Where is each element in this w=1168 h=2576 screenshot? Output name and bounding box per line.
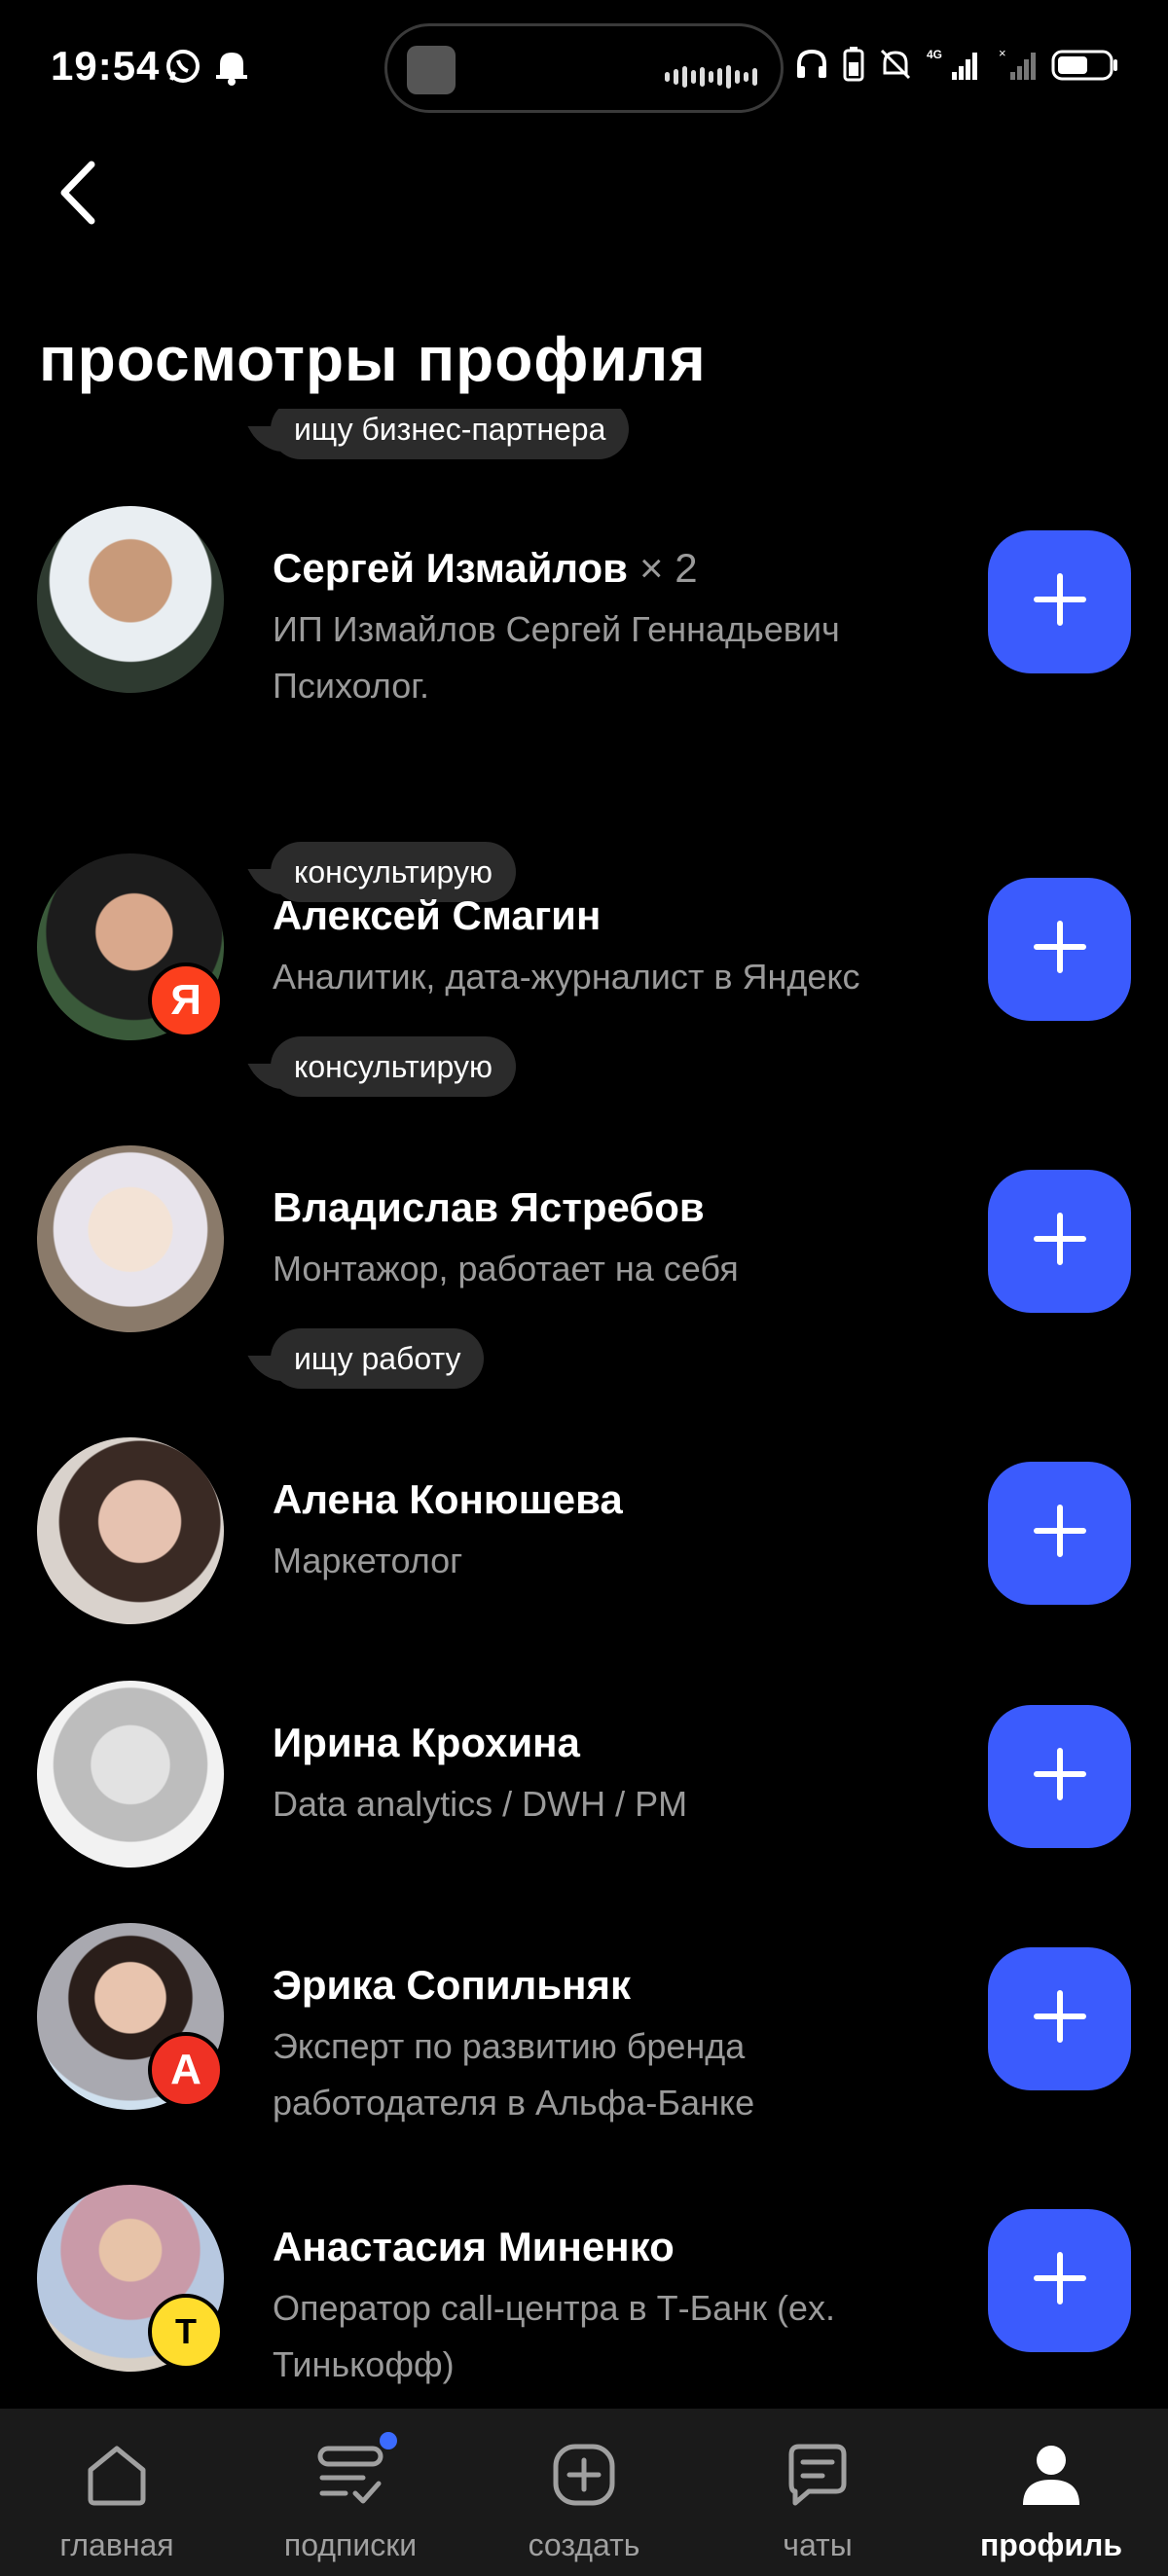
viewer-description: ИП Измайлов Сергей Геннадьевич Психолог.: [273, 609, 840, 706]
tab-label: создать: [528, 2527, 640, 2562]
viewer-name[interactable]: Алена Конюшева: [273, 1476, 623, 1523]
signal-no-sim-icon: ×: [999, 46, 1038, 87]
chevron-left-icon: [56, 161, 99, 230]
status-left-icons: [164, 47, 249, 91]
tab-subscriptions[interactable]: подписки: [234, 2409, 467, 2576]
audio-wave-icon: [665, 65, 757, 89]
tab-label: подписки: [283, 2527, 418, 2562]
viewer-description: Аналитик, дата-журналист в Яндекс: [273, 957, 860, 997]
plus-icon: [1033, 2251, 1087, 2310]
bell-icon: [214, 47, 249, 91]
whatsapp-icon: [164, 47, 202, 91]
svg-text:4G: 4G: [927, 48, 942, 61]
status-tag: ищу работу: [271, 1328, 485, 1389]
add-button[interactable]: [988, 530, 1131, 673]
muted-bell-icon: [878, 47, 913, 87]
avatar[interactable]: [37, 506, 224, 693]
viewers-list[interactable]: ищу бизнес-партнера Сергей Измайлов × 2 И…: [0, 409, 1168, 2409]
status-time: 19:54: [51, 43, 161, 89]
viewer-name[interactable]: Эрика Сопильняк: [273, 1962, 631, 2009]
tab-profile[interactable]: профиль: [934, 2409, 1168, 2576]
add-button[interactable]: [988, 878, 1131, 1021]
tab-label: чаты: [783, 2527, 853, 2562]
viewer-name[interactable]: Анастасия Миненко: [273, 2224, 675, 2270]
home-icon: [78, 2436, 156, 2514]
svg-text:×: ×: [999, 47, 1006, 60]
viewer-description: Data analytics / DWH / PM: [273, 1784, 688, 1824]
tab-label: главная: [59, 2527, 174, 2562]
avatar[interactable]: [37, 1145, 224, 1332]
plus-icon: [1033, 572, 1087, 632]
viewer-description: Оператор call-центра в Т-Банк (ex. Тиньк…: [273, 2288, 835, 2384]
add-button[interactable]: [988, 1705, 1131, 1848]
signal-4g-icon: 4G: [927, 47, 985, 87]
alfa-badge-icon: А: [148, 2032, 224, 2108]
view-count: × 2: [639, 545, 698, 591]
status-right-icons: 4G ×: [794, 46, 1119, 87]
page-title: просмотры профиля: [39, 324, 707, 394]
avatar[interactable]: [37, 1437, 224, 1624]
add-button[interactable]: [988, 1170, 1131, 1313]
tab-create[interactable]: создать: [467, 2409, 701, 2576]
battery-saver-icon: [843, 47, 864, 87]
plus-icon: [1033, 1504, 1087, 1563]
plus-icon: [1033, 920, 1087, 979]
status-bar: 19:54 4G ×: [0, 0, 1168, 136]
status-tag: консультирую: [271, 1036, 516, 1097]
dynamic-island[interactable]: [384, 23, 784, 113]
tbank-badge-icon: Т: [148, 2294, 224, 2370]
plus-icon: [1033, 1747, 1087, 1806]
yandex-badge-icon: Я: [148, 962, 224, 1038]
plus-square-icon: [545, 2436, 623, 2514]
chat-icon: [779, 2436, 857, 2514]
tab-home[interactable]: главная: [0, 2409, 234, 2576]
viewer-description: Эксперт по развитию бренда работодателя …: [273, 2026, 755, 2122]
viewer-name[interactable]: Сергей Измайлов × 2: [273, 545, 698, 592]
avatar[interactable]: [37, 1681, 224, 1868]
add-button[interactable]: [988, 1947, 1131, 2090]
viewer-description: Маркетолог: [273, 1541, 463, 1580]
tab-label: профиль: [979, 2527, 1123, 2562]
viewer-name[interactable]: Алексей Смагин: [273, 892, 601, 939]
add-button[interactable]: [988, 1462, 1131, 1605]
viewer-name[interactable]: Ирина Крохина: [273, 1720, 580, 1766]
viewer-description: Монтажор, работает на себя: [273, 1249, 739, 1288]
partial-tag: ищу бизнес-партнера: [271, 409, 630, 459]
media-thumbnail: [407, 46, 456, 94]
user-icon: [1012, 2436, 1090, 2514]
viewer-name[interactable]: Владислав Ястребов: [273, 1184, 705, 1231]
plus-icon: [1033, 1212, 1087, 1271]
headphones-icon: [794, 47, 829, 87]
notification-dot: [380, 2432, 397, 2449]
subscriptions-icon: [311, 2436, 389, 2514]
plus-icon: [1033, 1989, 1087, 2049]
back-button[interactable]: [43, 156, 113, 234]
tab-bar: главная подписки создать чаты профиль: [0, 2409, 1168, 2576]
add-button[interactable]: [988, 2209, 1131, 2352]
battery-icon: [1051, 47, 1119, 87]
tab-chats[interactable]: чаты: [701, 2409, 934, 2576]
